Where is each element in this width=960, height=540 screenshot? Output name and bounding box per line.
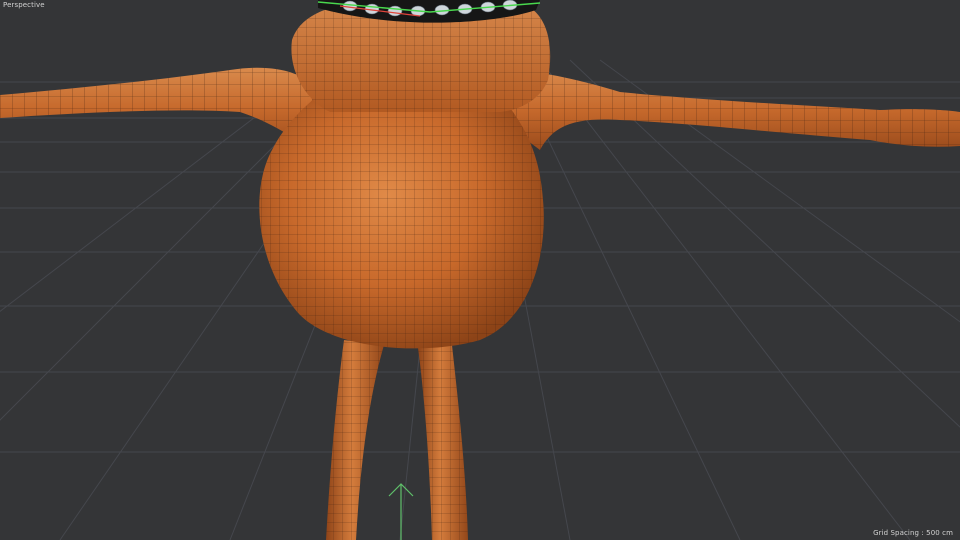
view-name-label[interactable]: Perspective — [3, 1, 45, 9]
viewport-scene[interactable] — [0, 0, 960, 540]
character-mesh[interactable] — [0, 0, 960, 540]
grid-spacing-label: Grid Spacing : 500 cm — [873, 529, 953, 537]
y-axis-arrow-icon[interactable] — [388, 483, 414, 540]
viewport-perspective[interactable]: Perspective Grid Spacing : 500 cm — [0, 0, 960, 540]
